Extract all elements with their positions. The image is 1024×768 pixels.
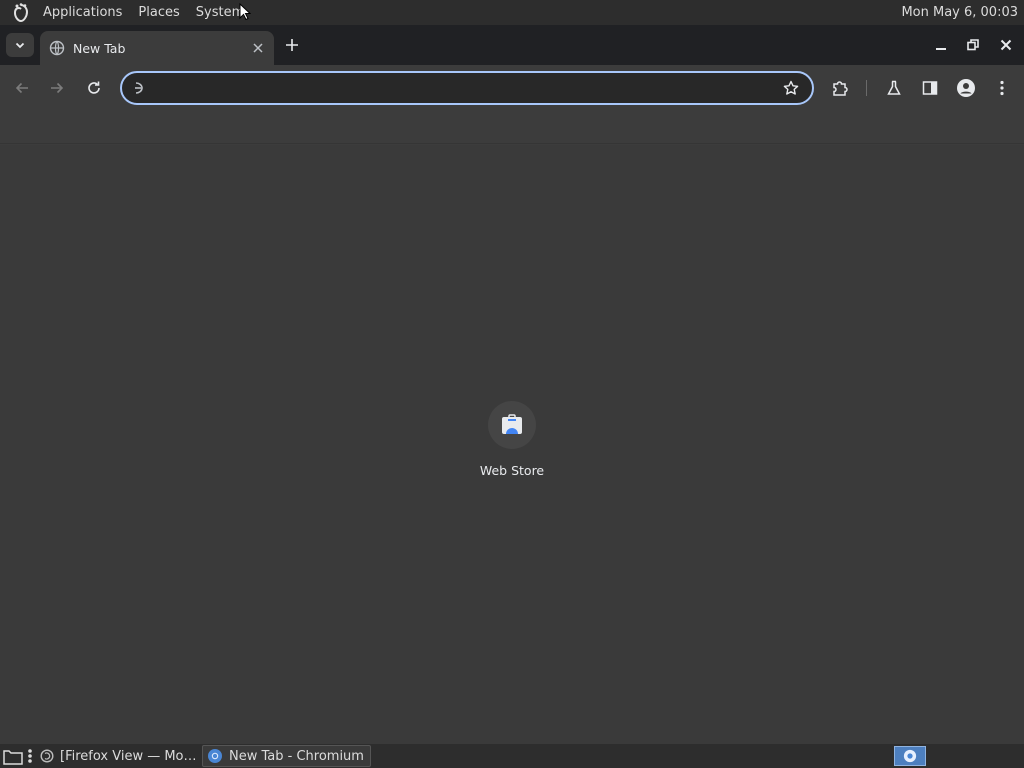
toolbar-separator (866, 80, 867, 96)
address-input[interactable] (156, 78, 776, 98)
bookmarks-bar (0, 111, 1024, 144)
plus-icon (286, 39, 298, 51)
chromium-window: New Tab Web Store (0, 25, 1024, 744)
bookmark-star-button[interactable] (782, 79, 800, 97)
omnibox-search-icon (131, 80, 147, 96)
toolbar (0, 65, 1024, 111)
labs-icon (887, 80, 901, 95)
taskbar-handle-icon[interactable] (27, 748, 33, 764)
taskbar-item-label: New Tab - Chromium (229, 748, 364, 764)
minimize-icon (936, 48, 946, 50)
bottom-panel: [Firefox View — Mo… New Tab - Chromium (0, 744, 1024, 768)
extensions-button[interactable] (828, 76, 852, 100)
gnome-foot-icon[interactable] (10, 2, 32, 24)
shortcut-label: Web Store (479, 463, 545, 478)
star-icon (783, 80, 799, 95)
close-window-button[interactable] (995, 35, 1017, 55)
side-panel-icon (922, 81, 938, 95)
applications-menu[interactable]: Applications (35, 0, 130, 25)
new-tab-button[interactable] (282, 35, 302, 55)
menu-icon (1000, 80, 1004, 96)
tab-close-button[interactable] (248, 38, 268, 58)
mouse-pointer-icon (239, 3, 251, 21)
taskbar-item-label: [Firefox View — Mo… (60, 748, 196, 764)
places-menu[interactable]: Places (130, 0, 187, 25)
close-icon (253, 43, 263, 53)
globe-icon (49, 40, 65, 56)
forward-icon (51, 82, 64, 94)
omnibox[interactable] (120, 71, 814, 105)
firefox-icon (40, 748, 54, 764)
profile-icon (957, 79, 975, 97)
restore-button[interactable] (962, 35, 984, 55)
taskbar-item-firefox[interactable]: [Firefox View — Mo… (36, 745, 196, 767)
side-panel-button[interactable] (918, 76, 942, 100)
shortcut-web-store[interactable]: Web Store (472, 401, 552, 481)
profile-button[interactable] (954, 76, 978, 100)
web-store-icon (488, 401, 536, 449)
extensions-icon (833, 81, 848, 96)
clock[interactable]: Mon May 6, 00:03 (901, 0, 1018, 25)
reload-icon (88, 81, 100, 94)
restore-icon (967, 39, 979, 51)
tab-search-button[interactable] (6, 33, 34, 57)
new-tab-page: Web Store (0, 145, 1024, 744)
close-icon (1000, 39, 1012, 51)
labs-button[interactable] (882, 76, 906, 100)
back-icon (15, 82, 28, 94)
back-button[interactable] (10, 76, 34, 100)
workspace-1[interactable] (894, 746, 926, 766)
chevron-down-icon (15, 42, 25, 49)
minimize-button[interactable] (930, 35, 952, 55)
taskbar-item-chromium[interactable]: New Tab - Chromium (202, 745, 371, 767)
tab-strip: New Tab (0, 25, 1024, 65)
chrome-menu-button[interactable] (990, 76, 1014, 100)
top-panel: Applications Places System Mon May 6, 00… (0, 0, 1024, 25)
tab-new-tab[interactable]: New Tab (40, 31, 274, 65)
forward-button[interactable] (45, 76, 69, 100)
chromium-icon (903, 749, 917, 763)
tab-title: New Tab (73, 40, 126, 56)
show-desktop-icon[interactable] (2, 746, 24, 766)
reload-button[interactable] (82, 76, 106, 100)
chromium-icon (207, 748, 223, 764)
workspace-2[interactable] (928, 746, 960, 766)
